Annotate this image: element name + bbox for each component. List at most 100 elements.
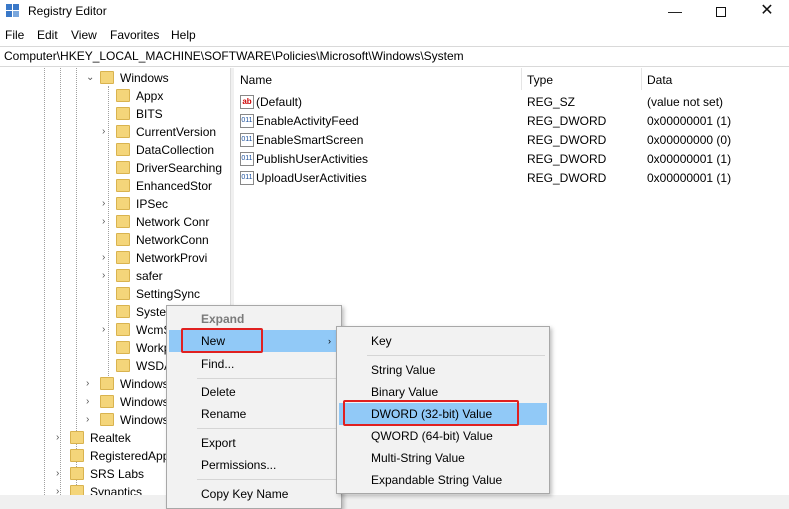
tree-item-label: Windows xyxy=(120,413,169,427)
menu-help[interactable]: Help xyxy=(171,28,196,42)
column-divider[interactable] xyxy=(641,68,642,90)
menu-item-export[interactable]: Export xyxy=(169,432,236,454)
value-row[interactable]: ab (Default) REG_SZ (value not set) xyxy=(234,93,789,112)
menu-separator xyxy=(367,355,545,356)
expander-icon[interactable]: › xyxy=(102,198,114,209)
tree-item[interactable]: NetworkConn xyxy=(116,232,230,250)
maximize-icon xyxy=(716,7,726,17)
window-title: Registry Editor xyxy=(28,4,107,18)
expander-icon[interactable]: › xyxy=(102,252,114,263)
submenu-item-string-value[interactable]: String Value xyxy=(339,359,435,381)
value-type: REG_DWORD xyxy=(527,133,607,147)
folder-icon xyxy=(116,215,130,228)
folder-icon xyxy=(116,143,130,156)
value-row[interactable]: 011 PublishUserActivities REG_DWORD 0x00000… xyxy=(234,150,789,169)
menu-edit[interactable]: Edit xyxy=(37,28,58,42)
tree-guide-line xyxy=(44,68,45,509)
tree-item-label: DataCollection xyxy=(136,143,215,157)
tree-item[interactable]: DriverSearching xyxy=(116,160,230,178)
tree-item[interactable]: BITS xyxy=(116,106,230,124)
menu-separator xyxy=(197,378,339,379)
tree-item[interactable]: › safer xyxy=(102,268,230,286)
column-type-header[interactable]: Type xyxy=(527,73,553,87)
maximize-button[interactable] xyxy=(698,0,744,24)
expander-icon[interactable]: › xyxy=(102,270,114,281)
menu-item-copy-key-name[interactable]: Copy Key Name xyxy=(169,483,288,505)
submenu-item-qword-value[interactable]: QWORD (64-bit) Value xyxy=(339,425,493,447)
tree-item[interactable]: › Network Conr xyxy=(102,214,230,232)
expander-icon[interactable]: › xyxy=(102,126,114,137)
column-name-header[interactable]: Name xyxy=(240,73,272,87)
tree-item-label: safer xyxy=(136,269,163,283)
value-name: EnableActivityFeed xyxy=(256,114,359,128)
expander-icon[interactable]: › xyxy=(86,378,98,389)
expander-icon[interactable]: › xyxy=(56,468,68,479)
value-data: 0x00000001 (1) xyxy=(647,152,732,166)
folder-icon xyxy=(116,89,130,102)
tree-item-label: IPSec xyxy=(136,197,169,211)
value-type: REG_DWORD xyxy=(527,171,607,185)
tree-item[interactable]: ⌄ Windows xyxy=(86,70,220,88)
value-name: (Default) xyxy=(256,95,303,109)
column-data-header[interactable]: Data xyxy=(647,73,672,87)
submenu-item-expandable-string-value[interactable]: Expandable String Value xyxy=(339,469,502,491)
tree-item[interactable]: SettingSync xyxy=(116,286,230,304)
tree-item[interactable]: › NetworkProvi xyxy=(102,250,230,268)
menu-favorites[interactable]: Favorites xyxy=(110,28,159,42)
value-data: (value not set) xyxy=(647,95,724,109)
expander-icon[interactable]: › xyxy=(86,414,98,425)
expander-icon[interactable]: › xyxy=(86,396,98,407)
tree-item[interactable]: EnhancedStor xyxy=(116,178,230,196)
tree-item-label: DriverSearching xyxy=(136,161,223,175)
expander-icon[interactable]: › xyxy=(102,324,114,335)
menu-view[interactable]: View xyxy=(71,28,97,42)
expander-icon[interactable]: ⌄ xyxy=(86,72,98,83)
expander-icon[interactable]: › xyxy=(56,432,68,443)
menu-file[interactable]: File xyxy=(5,28,24,42)
column-divider[interactable] xyxy=(521,68,522,90)
folder-icon xyxy=(116,179,130,192)
folder-icon xyxy=(116,197,130,210)
folder-icon xyxy=(116,305,130,318)
tree-item[interactable]: › IPSec xyxy=(102,196,230,214)
tree-item-label: SRS Labs xyxy=(90,467,145,481)
close-button[interactable]: ✕ xyxy=(744,0,789,24)
tree-item-label: SettingSync xyxy=(136,287,201,301)
folder-icon xyxy=(70,467,84,480)
expander-icon[interactable]: › xyxy=(102,216,114,227)
value-row[interactable]: 011 UploadUserActivities REG_DWORD 0x000000… xyxy=(234,169,789,188)
folder-icon xyxy=(116,341,130,354)
registry-editor-icon xyxy=(6,4,22,20)
submenu-item-key[interactable]: Key xyxy=(339,330,392,352)
menu-item-expand[interactable]: Expand xyxy=(169,308,244,330)
submenu-item-multi-string-value[interactable]: Multi-String Value xyxy=(339,447,465,469)
value-row[interactable]: 011 EnableActivityFeed REG_DWORD 0x00000001… xyxy=(234,112,789,131)
menu-item-permissions[interactable]: Permissions... xyxy=(169,454,276,476)
tree-item[interactable]: › CurrentVersion xyxy=(102,124,230,142)
folder-icon xyxy=(116,323,130,336)
tree-item[interactable]: DataCollection xyxy=(116,142,230,160)
value-name: PublishUserActivities xyxy=(256,152,369,166)
value-name: UploadUserActivities xyxy=(256,171,367,185)
menu-item-rename[interactable]: Rename xyxy=(169,403,246,425)
title-bar: Registry Editor — ✕ xyxy=(0,0,789,24)
folder-icon xyxy=(116,125,130,138)
value-row[interactable]: 011 EnableSmartScreen REG_DWORD 0x00000000 … xyxy=(234,131,789,150)
binary-value-icon: 011 xyxy=(240,114,254,128)
folder-icon xyxy=(100,395,114,408)
tree-item[interactable]: Appx xyxy=(116,88,230,106)
menu-separator xyxy=(197,479,339,480)
menu-item-delete[interactable]: Delete xyxy=(169,381,236,403)
folder-icon xyxy=(116,359,130,372)
tree-item-label: Network Conr xyxy=(136,215,210,229)
address-bar[interactable]: Computer\HKEY_LOCAL_MACHINE\SOFTWARE\Pol… xyxy=(0,46,789,67)
folder-icon xyxy=(100,377,114,390)
folder-icon xyxy=(116,251,130,264)
horizontal-scrollbar[interactable] xyxy=(0,495,789,509)
tree-item-label: BITS xyxy=(136,107,163,121)
value-type: REG_DWORD xyxy=(527,114,607,128)
menu-separator xyxy=(197,428,339,429)
folder-icon xyxy=(70,449,84,462)
minimize-button[interactable]: — xyxy=(652,0,698,24)
menu-item-find[interactable]: Find... xyxy=(169,353,234,375)
